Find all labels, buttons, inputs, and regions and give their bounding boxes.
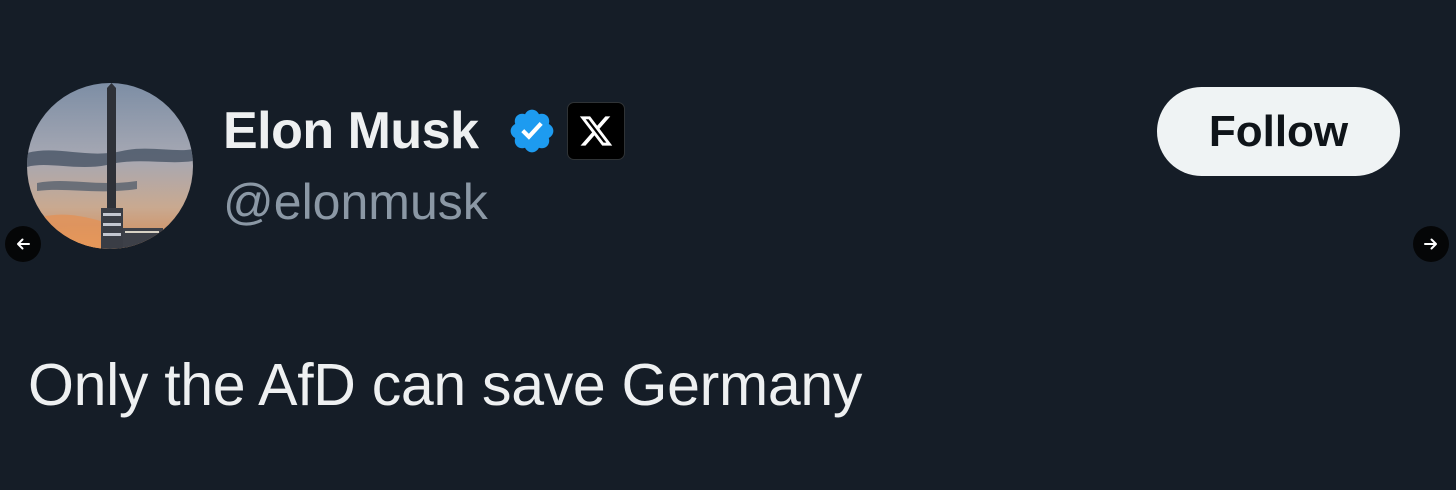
x-logo-badge[interactable]	[567, 102, 625, 160]
user-handle[interactable]: @elonmusk	[223, 172, 488, 232]
x-logo-icon	[579, 116, 613, 146]
rocket-launch-avatar	[27, 83, 193, 249]
tweet-card: Elon Musk @elonmusk Follow Only the AfD …	[0, 0, 1456, 490]
arrow-right-icon	[1424, 238, 1437, 250]
verified-badge-icon	[510, 109, 554, 153]
display-name[interactable]: Elon Musk	[223, 100, 479, 162]
follow-button[interactable]: Follow	[1157, 87, 1400, 176]
avatar[interactable]	[27, 83, 193, 249]
carousel-prev-button[interactable]	[5, 226, 41, 262]
carousel-next-button[interactable]	[1413, 226, 1449, 262]
tweet-text: Only the AfD can save Germany	[28, 352, 863, 418]
arrow-left-icon	[17, 238, 30, 250]
